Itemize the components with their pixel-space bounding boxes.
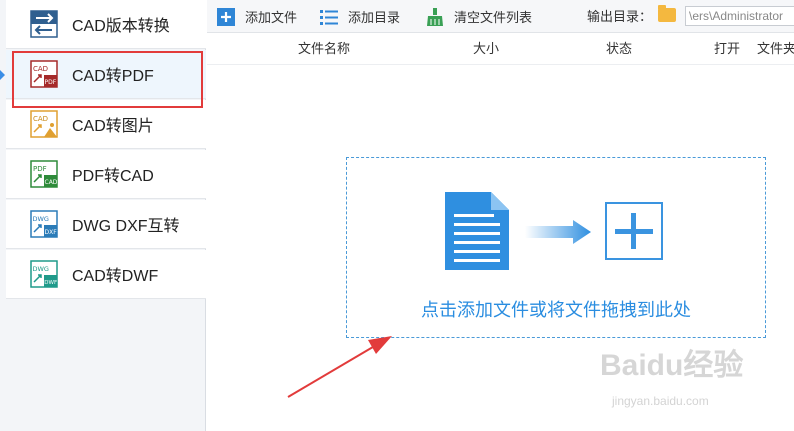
sidebar-item-dwg-dxf[interactable]: DWG DXF DWG DXF互转 [6,200,206,249]
clear-list-button[interactable]: 清空文件列表 [426,0,532,33]
column-header-status[interactable]: 状态 [606,33,632,64]
sidebar-item-label: CAD转DWF [72,268,159,285]
sidebar-item-label: CAD转图片 [72,118,154,135]
column-header-size[interactable]: 大小 [473,33,499,64]
active-indicator [0,70,5,80]
sidebar-item-label: CAD转PDF [72,68,154,85]
column-header-folder[interactable]: 文件夹 [757,33,794,64]
icon-text: CAD [33,65,48,73]
add-directory-button[interactable]: 添加目录 [320,0,400,33]
output-dir-input[interactable] [685,6,794,26]
add-plus-icon [605,202,663,260]
add-file-icon [217,7,235,26]
sidebar: CAD版本转换 CAD PDF CAD转PDF CAD CAD转图片 PDF C… [0,0,206,431]
pdf-to-cad-icon: PDF CAD [30,160,58,188]
arrow-right-icon [525,220,593,249]
toolbar: 添加文件 添加目录 清空文件列表 输出目录： [207,0,794,33]
broom-icon [426,7,444,26]
icon-text: DWG [33,215,49,223]
dwg-dxf-convert-icon: DWG DXF [30,210,58,238]
sidebar-item-cad-to-dwf[interactable]: DWG DWF CAD转DWF [6,250,206,299]
cad-to-image-icon: CAD [30,110,58,138]
sidebar-item-cad-to-pdf[interactable]: CAD PDF CAD转PDF [6,50,206,99]
icon-text: PDF [33,165,47,173]
icon-text: DWG [33,265,49,273]
column-header-open[interactable]: 打开 [714,33,740,64]
list-icon [320,8,338,26]
cad-version-convert-icon [30,10,58,38]
file-drop-zone[interactable]: 点击添加文件或将文件拖拽到此处 [346,157,766,338]
column-header-filename[interactable]: 文件名称 [298,33,350,64]
baidu-watermark: Baidu经验 [600,349,744,382]
cad-to-pdf-icon: CAD PDF [30,60,58,88]
cad-to-dwf-icon: DWG DWF [30,260,58,288]
document-icon [445,192,509,275]
sidebar-item-label: PDF转CAD [72,168,154,185]
icon-text: DWF [44,280,57,286]
sidebar-item-cad-version[interactable]: CAD版本转换 [6,0,206,49]
file-table-header: 文件名称 大小 状态 打开 文件夹 [207,33,794,65]
add-directory-label: 添加目录 [348,10,401,25]
add-file-label: 添加文件 [245,10,298,25]
annotation-arrow-icon [287,336,392,398]
sidebar-item-label: DWG DXF互转 [72,218,180,235]
clear-list-label: 清空文件列表 [454,10,533,25]
drop-zone-hint: 点击添加文件或将文件拖拽到此处 [421,300,691,320]
icon-text: CAD [45,179,58,186]
sidebar-item-cad-to-image[interactable]: CAD CAD转图片 [6,100,206,149]
sidebar-item-pdf-to-cad[interactable]: PDF CAD PDF转CAD [6,150,206,199]
output-dir-label: 输出目录： [587,9,653,24]
icon-text: PDF [45,79,57,86]
folder-icon[interactable] [658,5,676,22]
icon-text: CAD [33,115,48,123]
watermark-url: jingyan.baidu.com [612,394,709,408]
sidebar-item-label: CAD版本转换 [72,18,170,35]
add-file-button[interactable]: 添加文件 [217,0,297,33]
icon-text: DXF [45,229,58,236]
